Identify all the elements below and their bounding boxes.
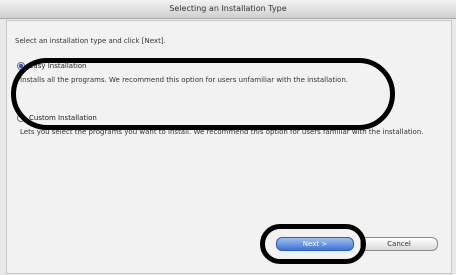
dialog-body: Select an installation type and click [N…	[6, 20, 452, 274]
custom-installation-description: Lets you select the programs you want to…	[20, 128, 424, 136]
window-title: Selecting an Installation Type	[0, 0, 456, 19]
easy-installation-description: Installs all the programs. We recommend …	[20, 76, 348, 84]
easy-installation-radio[interactable]	[17, 62, 25, 70]
easy-installation-option[interactable]: Easy Installation Installs all the progr…	[17, 62, 427, 85]
custom-installation-title: Custom Installation	[29, 114, 97, 122]
cancel-button[interactable]: Cancel	[360, 237, 438, 251]
custom-installation-option[interactable]: Custom Installation Lets you select the …	[17, 114, 427, 137]
easy-installation-title: Easy Installation	[29, 62, 87, 70]
next-button[interactable]: Next >	[276, 237, 354, 251]
instruction-text: Select an installation type and click [N…	[15, 37, 166, 45]
custom-installation-radio[interactable]	[17, 114, 25, 122]
